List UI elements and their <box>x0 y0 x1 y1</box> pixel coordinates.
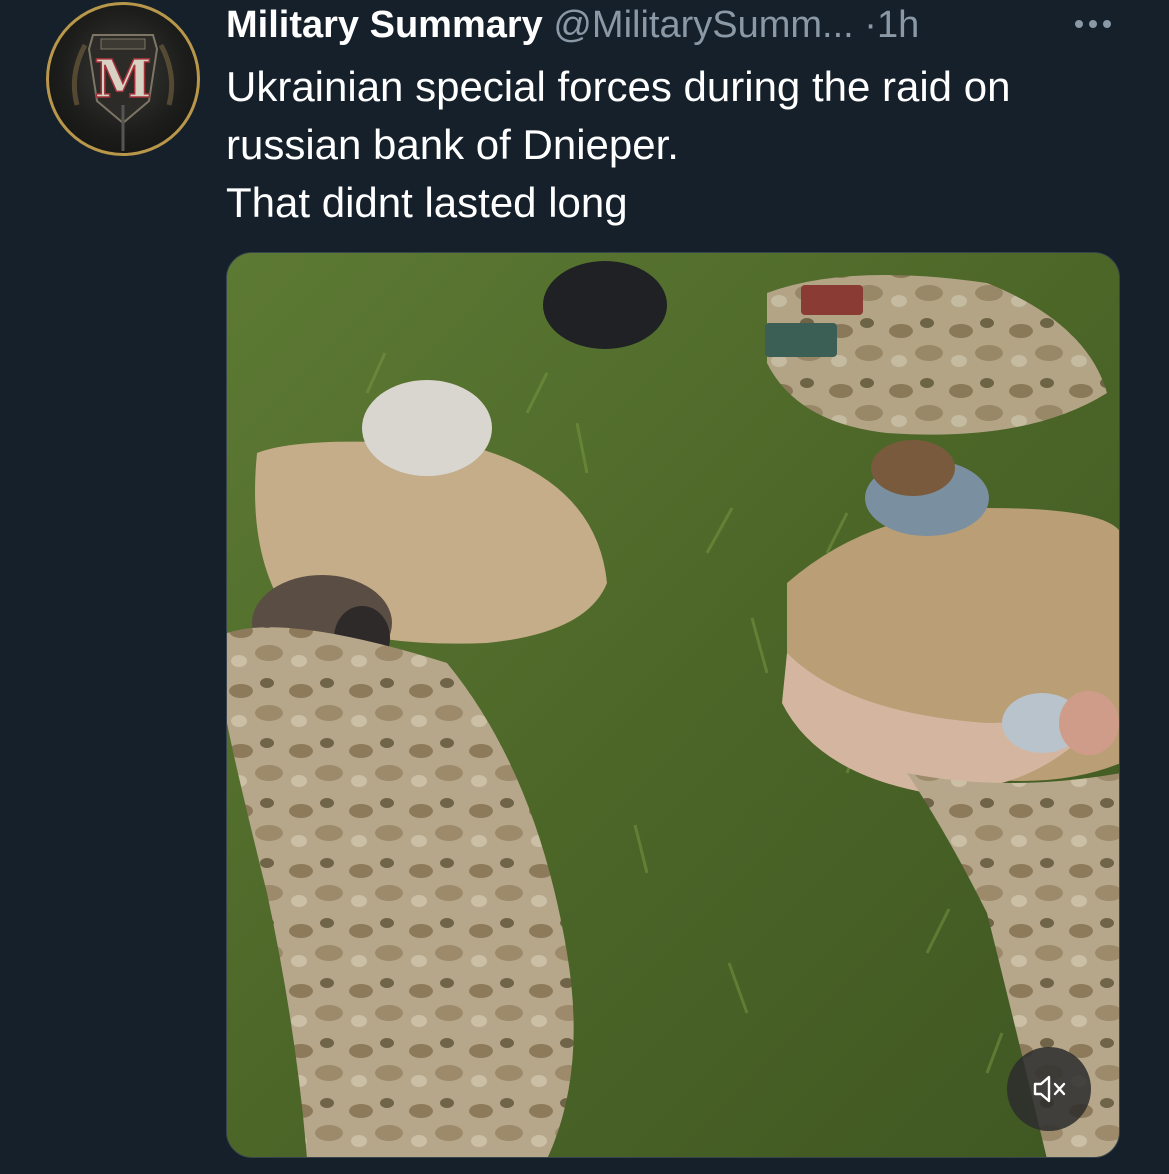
avatar[interactable]: M <box>46 2 200 156</box>
author-handle[interactable]: @MilitarySumm... <box>553 4 853 46</box>
video-frame <box>227 253 1119 1157</box>
mute-toggle-button[interactable] <box>1007 1047 1091 1131</box>
tweet-header: Military Summary @MilitarySumm... ·1h <box>226 0 1126 50</box>
tweet-text: Ukrainian special forces during the raid… <box>226 58 1126 232</box>
avatar-monogram: M <box>94 49 152 110</box>
military-summary-logo-icon: M <box>71 34 175 151</box>
tweet-text-line: Ukrainian special forces during the raid… <box>226 63 1011 110</box>
author-display-name[interactable]: Military Summary <box>226 4 543 46</box>
tweet[interactable]: M Military Summary @MilitarySumm... ·1h … <box>0 0 1169 1174</box>
speaker-muted-icon <box>1033 1075 1066 1103</box>
more-options-icon[interactable] <box>1068 6 1118 42</box>
separator-dot: · <box>864 4 877 46</box>
timestamp[interactable]: 1h <box>877 4 919 46</box>
tweet-video[interactable] <box>226 252 1120 1158</box>
tweet-text-line: russian bank of Dnieper. <box>226 121 679 168</box>
tweet-text-line: That didnt lasted long <box>226 179 628 226</box>
